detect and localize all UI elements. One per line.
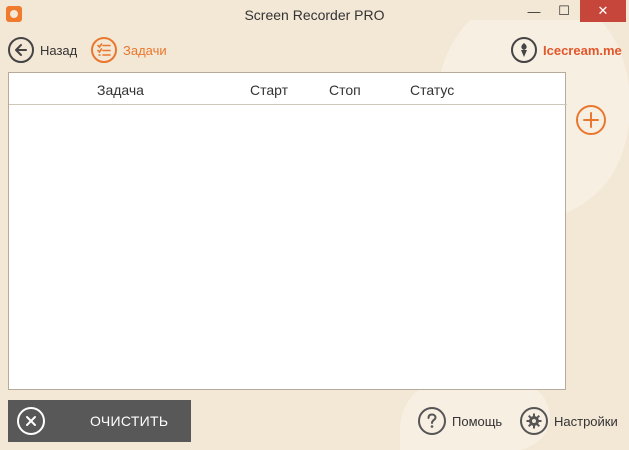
icecream-link[interactable]: Icecream.me (511, 35, 622, 65)
back-label: Назад (40, 42, 78, 58)
help-label: Помощь (452, 413, 503, 429)
title-bar: Screen Recorder PRO — ☐ ✕ (0, 0, 629, 30)
brand-label: Icecream.me (543, 42, 622, 58)
clear-x-icon (17, 407, 45, 435)
add-task-button[interactable] (576, 105, 606, 135)
table-header: Задача Старт Стоп Статус (9, 73, 567, 105)
clear-label: ОЧИСТИТЬ (90, 413, 169, 429)
column-header-stop[interactable]: Стоп (329, 82, 361, 98)
minimize-button[interactable]: — (519, 0, 549, 22)
back-arrow-icon (8, 37, 34, 63)
back-button[interactable]: Назад (8, 35, 77, 65)
column-header-start[interactable]: Старт (250, 82, 288, 98)
clear-button[interactable]: ОЧИСТИТЬ (8, 400, 191, 442)
column-header-status[interactable]: Статус (410, 82, 454, 98)
plus-icon (583, 112, 599, 128)
header-divider (9, 104, 567, 105)
question-icon (418, 407, 446, 435)
tasks-label: Задачи (123, 42, 167, 58)
checklist-icon (91, 37, 117, 63)
tasks-tab[interactable]: Задачи (91, 35, 167, 65)
gear-icon (520, 407, 548, 435)
maximize-button[interactable]: ☐ (549, 0, 579, 22)
icecream-logo-icon (511, 37, 537, 63)
column-header-task[interactable]: Задача (97, 82, 144, 98)
tasks-table: Задача Старт Стоп Статус (8, 72, 567, 390)
settings-button[interactable]: Настройки (520, 405, 618, 437)
close-button[interactable]: ✕ (580, 0, 626, 22)
help-button[interactable]: Помощь (418, 405, 502, 437)
settings-label: Настройки (554, 413, 618, 429)
